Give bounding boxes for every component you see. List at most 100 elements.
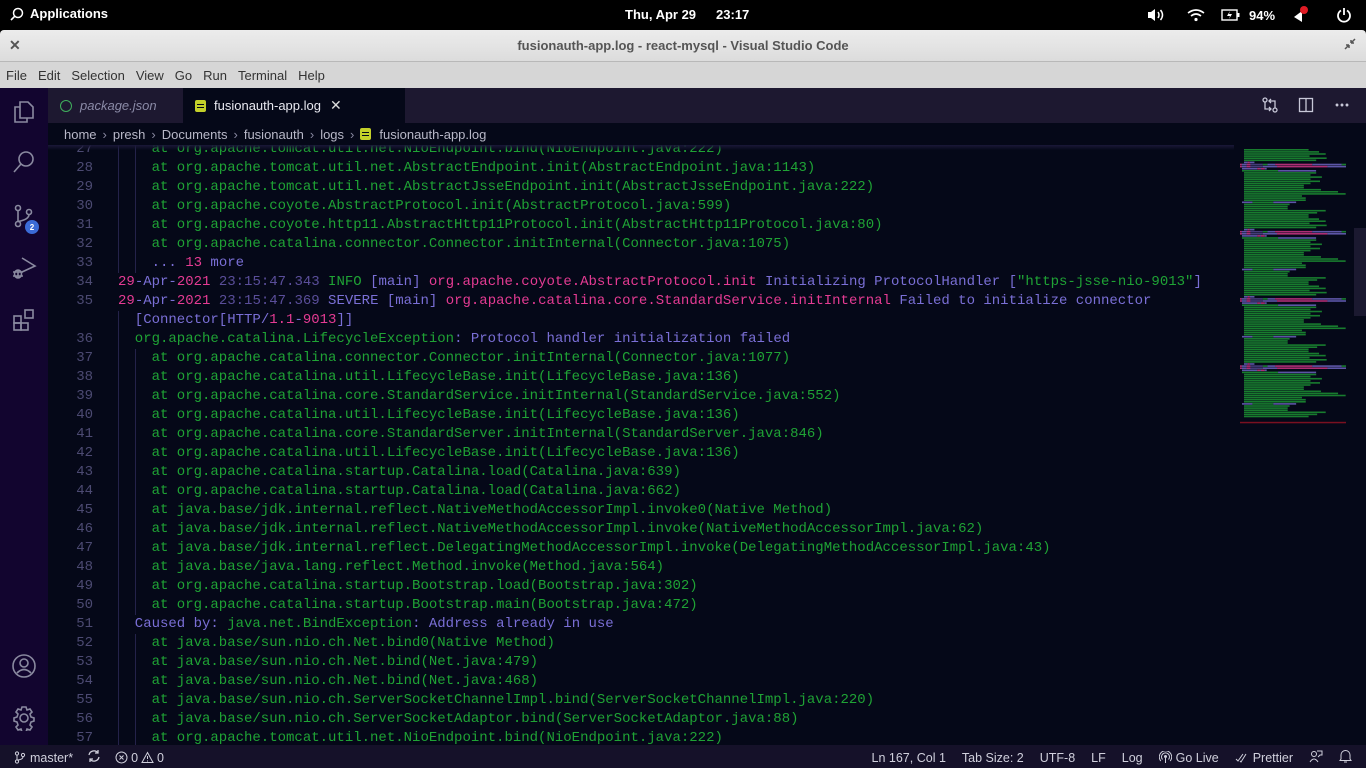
- breadcrumb-logs[interactable]: logs: [320, 127, 344, 142]
- code-line[interactable]: 31 at org.apache.coyote.http11.AbstractHt…: [48, 216, 1234, 235]
- code-line[interactable]: 37 at org.apache.catalina.connector.Conne…: [48, 349, 1234, 368]
- sync-button[interactable]: [87, 749, 101, 766]
- code-line[interactable]: 51 Caused by: java.net.BindException: Add…: [48, 615, 1234, 634]
- minimap-line: [1244, 149, 1309, 151]
- code-editor[interactable]: 27 at org.apache.tomcat.util.net.NioEndpo…: [48, 145, 1234, 745]
- split-editor-icon[interactable]: [1298, 97, 1314, 113]
- prettier-button[interactable]: Prettier: [1235, 751, 1293, 765]
- code-line[interactable]: 29 at org.apache.tomcat.util.net.Abstract…: [48, 178, 1234, 197]
- more-actions-icon[interactable]: [1334, 97, 1350, 113]
- unmaximize-button[interactable]: [1344, 38, 1356, 53]
- code-line[interactable]: 49 at org.apache.catalina.startup.Bootstr…: [48, 577, 1234, 596]
- tab-fusionauth-app-log[interactable]: fusionauth-app.log ✕: [183, 88, 405, 123]
- problems-indicator[interactable]: 0 0: [115, 751, 164, 765]
- line-text: [Connector[HTTP/1.1-9013]]: [135, 311, 353, 330]
- account-icon: [12, 654, 36, 678]
- clock[interactable]: Thu, Apr 29 23:17: [625, 7, 749, 22]
- token: at java.base/sun.nio.ch.Net.bind(Net.jav…: [151, 654, 539, 670]
- go-live-button[interactable]: Go Live: [1158, 751, 1219, 765]
- scrollbar-thumb[interactable]: [1354, 228, 1366, 316]
- notifications-button[interactable]: [1339, 749, 1352, 766]
- code-line[interactable]: 36 org.apache.catalina.LifecycleException…: [48, 330, 1234, 349]
- code-line[interactable]: 42 at org.apache.catalina.util.LifecycleB…: [48, 444, 1234, 463]
- encoding[interactable]: UTF-8: [1040, 751, 1075, 765]
- code-line[interactable]: 53 at java.base/sun.nio.ch.Net.bind(Net.j…: [48, 653, 1234, 672]
- end-of-line[interactable]: LF: [1091, 751, 1106, 765]
- wifi-icon[interactable]: [1176, 4, 1216, 26]
- line-number: 53: [76, 654, 93, 670]
- run-debug-button[interactable]: [0, 244, 48, 292]
- branch-indicator[interactable]: master*: [14, 751, 73, 765]
- minimap-line: [1244, 222, 1310, 225]
- code-line[interactable]: 50 at org.apache.catalina.startup.Bootstr…: [48, 596, 1234, 615]
- power-icon[interactable]: [1322, 4, 1366, 26]
- tab-package-json[interactable]: package.json: [48, 88, 182, 123]
- explorer-button[interactable]: [0, 88, 48, 136]
- close-tab-icon[interactable]: ✕: [330, 97, 342, 114]
- feedback-button[interactable]: [1309, 749, 1323, 766]
- minimap-line: [1244, 361, 1317, 363]
- code-line[interactable]: 39 at org.apache.catalina.core.StandardSe…: [48, 387, 1234, 406]
- code-line[interactable]: 44 at org.apache.catalina.startup.Catalin…: [48, 482, 1234, 501]
- code-line[interactable]: 43 at org.apache.catalina.startup.Catalin…: [48, 463, 1234, 482]
- code-line[interactable]: 30 at org.apache.coyote.AbstractProtocol.…: [48, 197, 1234, 216]
- minimap-line: [1241, 230, 1247, 233]
- code-line[interactable]: 32 at org.apache.catalina.connector.Conne…: [48, 235, 1234, 254]
- code-line[interactable]: 33... 13 more: [48, 254, 1234, 273]
- menu-view[interactable]: View: [136, 68, 164, 83]
- code-line[interactable]: 54 at java.base/sun.nio.ch.Net.bind(Net.j…: [48, 672, 1234, 691]
- code-line[interactable]: 56 at java.base/sun.nio.ch.ServerSocketAd…: [48, 710, 1234, 729]
- breadcrumb-fusionauth[interactable]: fusionauth: [244, 127, 304, 142]
- code-line[interactable]: 55 at java.base/sun.nio.ch.ServerSocketCh…: [48, 691, 1234, 710]
- minimap-line: [1244, 176, 1322, 178]
- language-mode[interactable]: Log: [1122, 751, 1143, 765]
- source-control-button[interactable]: 2: [0, 192, 48, 240]
- code-line[interactable]: 35 29-Apr-2021 23:15:47.369 SEVERE [main]…: [48, 292, 1234, 311]
- minimap-line: [1242, 369, 1258, 372]
- breadcrumb-file[interactable]: fusionauth-app.log: [379, 127, 486, 142]
- accounts-button[interactable]: [0, 642, 48, 690]
- menu-edit[interactable]: Edit: [38, 68, 60, 83]
- code-line[interactable]: [Connector[HTTP/1.1-9013]]: [48, 311, 1234, 330]
- minimap-line: [1250, 230, 1263, 233]
- code-line[interactable]: 46 at java.base/jdk.internal.reflect.Nati…: [48, 520, 1234, 539]
- code-line[interactable]: 48 at java.base/java.lang.reflect.Method.…: [48, 558, 1234, 577]
- applications-menu[interactable]: Applications: [10, 6, 108, 21]
- volume-icon[interactable]: [1136, 4, 1176, 26]
- menu-run[interactable]: Run: [203, 68, 227, 83]
- minimap-line: [1277, 165, 1328, 168]
- tab-size[interactable]: Tab Size: 2: [962, 751, 1024, 765]
- code-line[interactable]: 28 at org.apache.tomcat.util.net.Abstract…: [48, 159, 1234, 178]
- code-line[interactable]: 41 at org.apache.catalina.core.StandardSe…: [48, 425, 1234, 444]
- code-line[interactable]: 52 at java.base/sun.nio.ch.Net.bind0(Nati…: [48, 634, 1234, 653]
- breadcrumb-documents[interactable]: Documents: [162, 127, 228, 142]
- battery-icon[interactable]: [1216, 4, 1246, 26]
- line-number: 47: [76, 540, 93, 556]
- code-line[interactable]: 45 at java.base/jdk.internal.reflect.Nati…: [48, 501, 1234, 520]
- cursor-position[interactable]: Ln 167, Col 1: [872, 751, 946, 765]
- notifications-icon[interactable]: [1278, 4, 1322, 26]
- minimap[interactable]: [1234, 145, 1354, 745]
- search-button[interactable]: [0, 138, 48, 186]
- menu-go[interactable]: Go: [175, 68, 192, 83]
- breadcrumb-presh[interactable]: presh: [113, 127, 146, 142]
- extensions-button[interactable]: [0, 296, 48, 344]
- indent-guide: [118, 710, 119, 729]
- code-line[interactable]: 40 at org.apache.catalina.util.LifecycleB…: [48, 406, 1234, 425]
- menu-help[interactable]: Help: [298, 68, 325, 83]
- code-line[interactable]: 38 at org.apache.catalina.util.LifecycleB…: [48, 368, 1234, 387]
- minimap-line: [1257, 235, 1261, 237]
- code-line[interactable]: 34 29-Apr-2021 23:15:47.343 INFO [main] o…: [48, 273, 1234, 292]
- menu-terminal[interactable]: Terminal: [238, 68, 287, 83]
- minimap-line: [1244, 342, 1288, 344]
- manage-button[interactable]: [0, 694, 48, 742]
- compare-changes-icon[interactable]: [1262, 97, 1278, 113]
- breadcrumb-home[interactable]: home: [64, 127, 97, 142]
- code-line[interactable]: 47 at java.base/jdk.internal.reflect.Dele…: [48, 539, 1234, 558]
- menu-file[interactable]: File: [6, 68, 27, 83]
- code-line[interactable]: 57 at org.apache.tomcat.util.net.NioEndpo…: [48, 729, 1234, 745]
- indent-guide: [118, 254, 119, 273]
- menu-selection[interactable]: Selection: [71, 68, 124, 83]
- minimap-line: [1327, 367, 1346, 369]
- minimap-line: [1244, 226, 1317, 229]
